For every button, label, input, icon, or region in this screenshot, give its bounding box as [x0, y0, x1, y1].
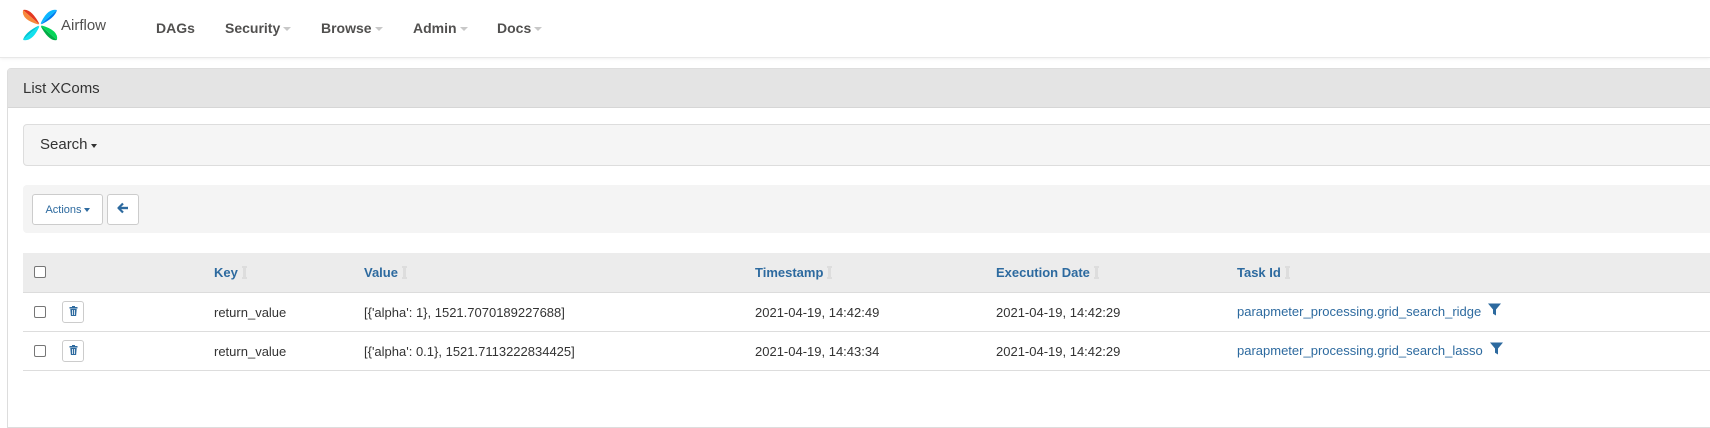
sort-icon: [401, 266, 407, 279]
column-header-label: Execution Date: [996, 265, 1090, 280]
row-select-checkbox[interactable]: [34, 306, 46, 318]
chevron-down-icon: [459, 27, 468, 31]
nav-docs-label: Docs: [497, 20, 532, 36]
chevron-down-icon: [283, 27, 292, 31]
actions-label: Actions: [45, 203, 82, 216]
search-label: Search: [40, 136, 88, 153]
trash-icon: [69, 342, 78, 360]
cell-timestamp: 2021-04-19, 14:43:34: [755, 344, 880, 359]
brand-name: Airflow: [61, 17, 107, 34]
task-id-link[interactable]: parapmeter_processing.grid_search_ridge: [1237, 304, 1481, 319]
row-select-checkbox[interactable]: [34, 345, 46, 357]
filter-icon[interactable]: [1489, 342, 1503, 358]
select-all-checkbox[interactable]: [34, 266, 46, 278]
nav-security[interactable]: Security: [225, 20, 292, 36]
filter-icon[interactable]: [1488, 303, 1502, 319]
cell-task-id[interactable]: parapmeter_processing.grid_search_ridge: [1237, 303, 1502, 319]
chevron-down-icon: [374, 27, 383, 31]
table-row: return_value [{'alpha': 0.1}, 1521.71132…: [23, 332, 1710, 371]
delete-row-button[interactable]: [62, 301, 84, 323]
cell-value: [{'alpha': 1}, 1521.7070189227688]: [364, 305, 565, 320]
nav-dags[interactable]: DAGs: [156, 20, 195, 36]
cell-key: return_value: [214, 305, 287, 320]
table-row: return_value [{'alpha': 1}, 1521.7070189…: [23, 293, 1710, 332]
search-panel: Search: [23, 124, 1710, 166]
column-header-timestamp[interactable]: Timestamp: [755, 265, 833, 280]
cell-value: [{'alpha': 0.1}, 1521.7113222834425]: [364, 344, 575, 359]
column-header-task-id[interactable]: Task Id: [1237, 265, 1290, 280]
column-header-value[interactable]: Value: [364, 265, 407, 280]
chevron-down-icon: [83, 208, 90, 212]
column-header-label: Task Id: [1237, 265, 1281, 280]
nav-security-label: Security: [225, 20, 281, 36]
task-id-link[interactable]: parapmeter_processing.grid_search_lasso: [1237, 343, 1483, 358]
nav-admin-label: Admin: [413, 20, 457, 36]
nav-docs[interactable]: Docs: [497, 20, 543, 36]
sort-icon: [1284, 266, 1290, 279]
nav-browse-label: Browse: [321, 20, 372, 36]
column-header-label: Key: [214, 265, 238, 280]
sort-icon: [241, 266, 247, 279]
table-header: Key Value Timestamp Execution Date Task …: [23, 253, 1710, 293]
list-panel: List XComs Search Actions Key Value Time…: [7, 68, 1710, 428]
sort-icon: [1093, 266, 1099, 279]
column-header-label: Timestamp: [755, 265, 824, 280]
page-title: List XComs: [23, 80, 100, 97]
actions-bar: Actions: [23, 185, 1710, 233]
column-header-label: Value: [364, 265, 398, 280]
chevron-down-icon: [534, 27, 543, 31]
brand[interactable]: Airflow: [21, 6, 106, 46]
top-navbar: Airflow DAGs Security Browse Admin Docs: [0, 0, 1710, 58]
panel-heading: List XComs: [8, 69, 1710, 108]
back-button[interactable]: [107, 194, 139, 225]
trash-icon: [69, 303, 78, 321]
delete-row-button[interactable]: [62, 340, 84, 362]
nav-admin[interactable]: Admin: [413, 20, 468, 36]
cell-task-id[interactable]: parapmeter_processing.grid_search_lasso: [1237, 342, 1503, 358]
cell-execution-date: 2021-04-19, 14:42:29: [996, 344, 1121, 359]
column-header-execution-date[interactable]: Execution Date: [996, 265, 1099, 280]
cell-key: return_value: [214, 344, 287, 359]
column-header-key[interactable]: Key: [214, 265, 247, 280]
search-toggle[interactable]: Search: [40, 136, 97, 153]
chevron-down-icon: [90, 143, 97, 148]
cell-execution-date: 2021-04-19, 14:42:29: [996, 305, 1121, 320]
sort-icon: [827, 266, 833, 279]
airflow-pinwheel-icon: [21, 6, 59, 44]
cell-timestamp: 2021-04-19, 14:42:49: [755, 305, 880, 320]
actions-dropdown-button[interactable]: Actions: [32, 194, 103, 225]
nav-dags-label: DAGs: [156, 20, 195, 36]
nav-browse[interactable]: Browse: [321, 20, 383, 36]
arrow-left-icon: [117, 201, 129, 219]
